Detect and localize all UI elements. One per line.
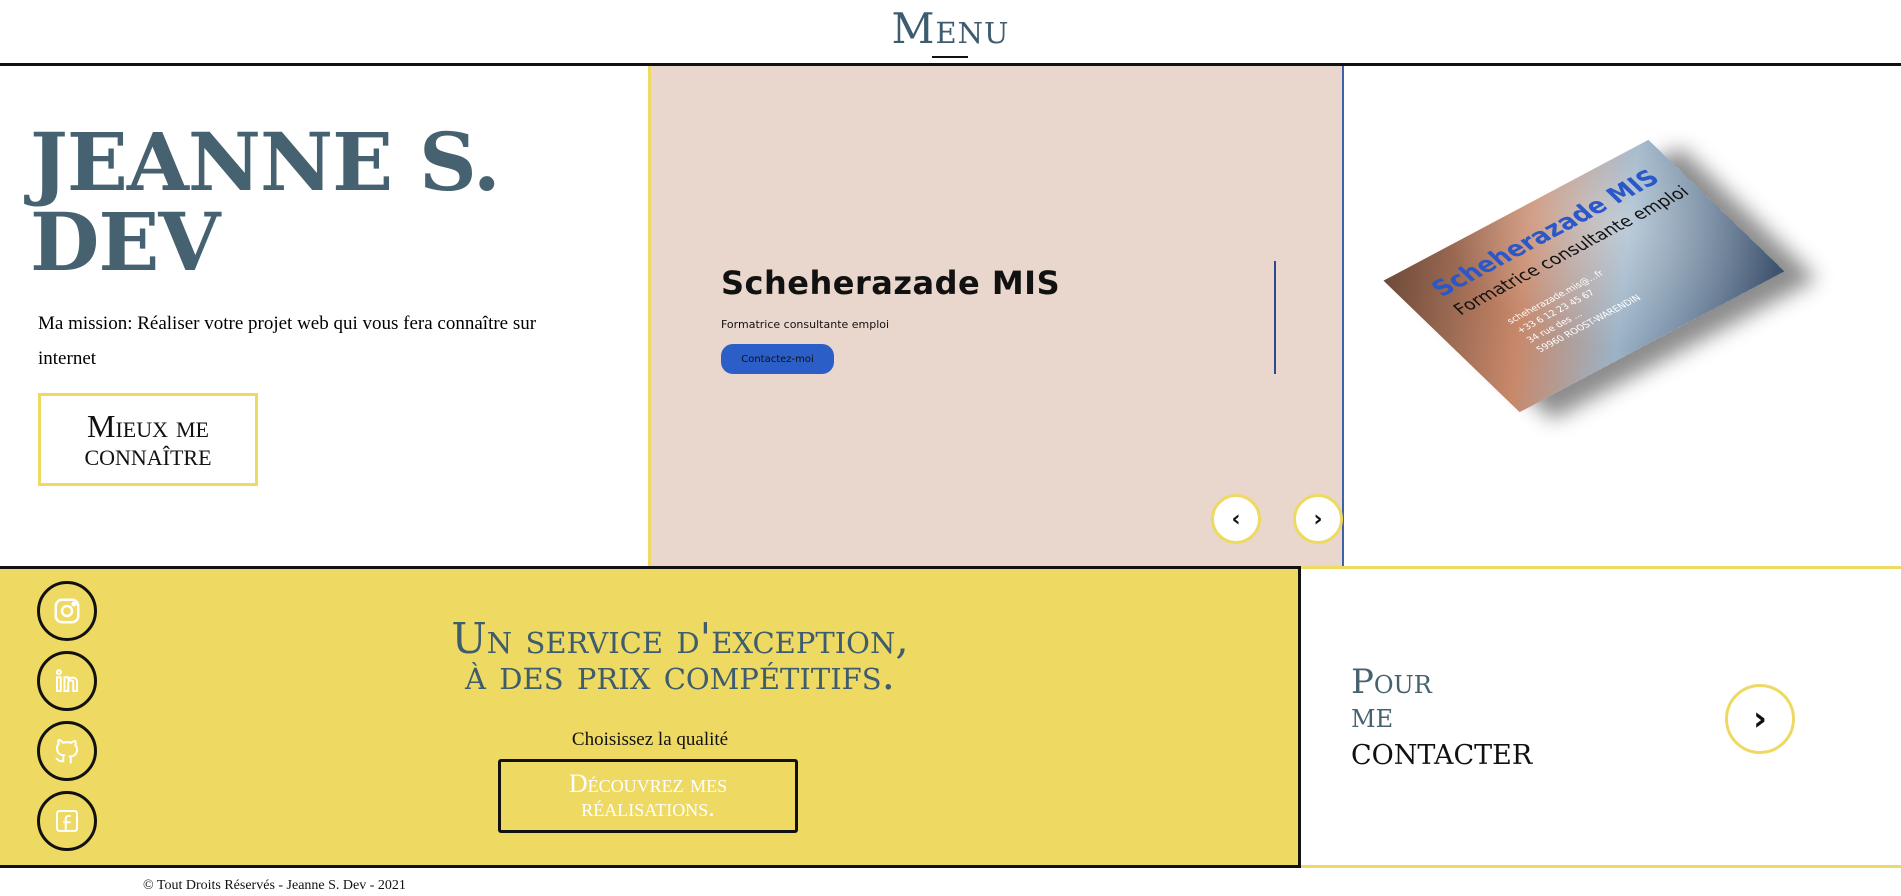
know-me-button[interactable]: Mieux me connaître [38,393,258,486]
business-card-image: Scheherazade MIS Formatrice consultante … [1383,139,1804,416]
slide-divider [1274,261,1276,374]
linkedin-icon [55,669,78,692]
business-card: Scheherazade MIS Formatrice consultante … [1383,139,1785,413]
contact-heading-line1: Pour [1351,662,1432,702]
linkedin-link[interactable] [37,651,97,711]
discover-projects-button[interactable]: Découvrez mes réalisations. [498,759,798,833]
portfolio-slider: Scheherazade MIS Formatrice consultante … [648,66,1344,566]
footer-copyright: © Tout Droits Réservés - Jeanne S. Dev -… [143,878,406,893]
menu-underline [932,56,968,58]
hero-name-heading: JEANNE S. DEV [30,115,501,289]
slide-subtitle: Formatrice consultante emploi [721,318,890,331]
slider-next-button[interactable]: › [1293,494,1343,544]
service-heading: Un service d'exception, à des prix compé… [250,618,1110,699]
mission-text: Ma mission: Réaliser votre projet web qu… [38,313,537,369]
service-section: Un service d'exception, à des prix compé… [0,566,1301,868]
chevron-right-icon: › [1313,506,1323,532]
contact-heading-line3: contacter [1351,729,1533,773]
facebook-link[interactable] [37,791,97,851]
instagram-link[interactable] [37,581,97,641]
service-subtitle: Choisissez la qualité [571,729,729,750]
hero-section: JEANNE S. DEV Ma mission: Réaliser votre… [0,66,648,566]
business-card-panel: Scheherazade MIS Formatrice consultante … [1344,66,1901,566]
slide-contact-button[interactable]: Contactez-moi [721,344,834,374]
contact-heading-line2: me [1351,696,1394,736]
site-header: Menu [0,0,1901,66]
github-link[interactable] [37,721,97,781]
instagram-icon [54,598,80,624]
menu-button[interactable]: Menu [0,4,1901,53]
service-heading-line2: à des prix compétitifs. [464,650,895,699]
slider-prev-button[interactable]: ‹ [1211,494,1261,544]
contact-arrow-button[interactable]: › [1725,684,1795,754]
chevron-left-icon: ‹ [1231,506,1241,532]
slide-title: Scheherazade MIS [721,264,1061,302]
github-icon [55,738,79,764]
contact-section: Pour me contacter › [1301,566,1901,868]
facebook-icon [56,810,78,832]
chevron-right-icon: › [1752,699,1767,739]
